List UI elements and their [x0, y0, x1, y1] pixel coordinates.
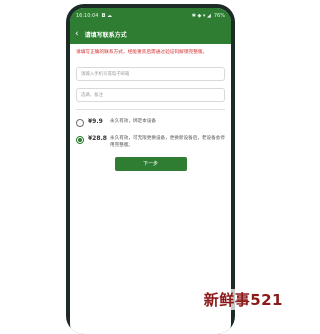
option-description: 永久有效，可无限更换设备，更换新设备后，老设备会停用完整版。: [110, 135, 225, 148]
radio-unchecked-icon[interactable]: [76, 118, 84, 127]
radio-checked-icon[interactable]: [76, 135, 84, 144]
phone-frame: 16:10:04 ◘ ☁ ✱ ◆ ▾ ◢ 76% ‹ 请填写联系方式 请填写正确…: [66, 4, 235, 334]
option-price: ¥28.8: [88, 134, 107, 142]
contact-input[interactable]: 请输入手机号或电子邮箱: [76, 66, 225, 81]
status-bar: 16:10:04 ◘ ☁ ✱ ◆ ▾ ◢ 76%: [70, 8, 231, 24]
status-time: 16:10:04: [76, 13, 99, 19]
app-bar: ‹ 请填写联系方式: [70, 24, 231, 44]
option-price: ¥9.9: [88, 117, 103, 125]
contact-input-placeholder: 请输入手机号或电子邮箱: [81, 71, 130, 77]
option-9-9[interactable]: ¥9.9 永久有效，绑定本设备: [76, 118, 225, 127]
watermark-logo: 新鲜事521: [201, 289, 285, 310]
back-arrow-icon[interactable]: ‹: [75, 29, 79, 39]
phone-screen: 16:10:04 ◘ ☁ ✱ ◆ ▾ ◢ 76% ‹ 请填写联系方式 请填写正确…: [70, 8, 231, 334]
option-28-8[interactable]: ¥28.8 永久有效，可无限更换设备，更换新设备后，老设备会停用完整版。: [76, 135, 225, 149]
signal-icons: ✱ ◆ ▾ ◢: [191, 13, 211, 19]
notification-icons: ◘ ☁: [101, 13, 113, 19]
divider: [76, 108, 225, 110]
notice-text: 请填写正确的联系方式，经能重装后需通过验证码解锁完整版。: [76, 50, 208, 55]
remark-input-placeholder: 选填，备注: [81, 92, 103, 98]
remark-input[interactable]: 选填，备注: [76, 87, 225, 102]
page-title: 请填写联系方式: [84, 31, 127, 39]
option-description: 永久有效，绑定本设备: [110, 118, 156, 124]
form-content: 请填写正确的联系方式，经能重装后需通过验证码解锁完整版。 请输入手机号或电子邮箱…: [70, 44, 231, 176]
battery-level: 76%: [213, 13, 225, 19]
next-step-button[interactable]: 下一步: [114, 156, 187, 171]
